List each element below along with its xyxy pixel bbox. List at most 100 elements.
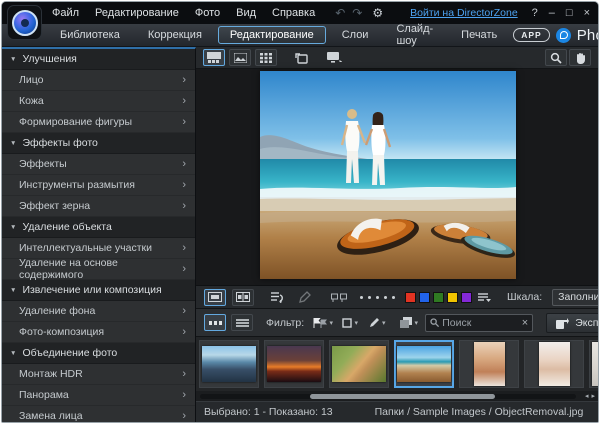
- app-badge[interactable]: APP: [513, 28, 549, 42]
- rotate-icon[interactable]: [291, 49, 313, 66]
- single-view-button[interactable]: [229, 49, 251, 66]
- menu-help[interactable]: Справка: [264, 2, 323, 24]
- swatch-green[interactable]: [433, 292, 444, 303]
- chevron-down-icon: ▾: [329, 319, 333, 327]
- search-box: ×: [425, 314, 533, 332]
- menu-edit[interactable]: Редактирование: [87, 2, 187, 24]
- sidebar-item-hdr[interactable]: Монтаж HDR›: [2, 364, 195, 385]
- label-filter-dropdown[interactable]: ▾: [339, 314, 361, 331]
- hand-tool-button[interactable]: [569, 49, 591, 66]
- filter-label: Фильтр:: [266, 317, 304, 329]
- scrollbar-track[interactable]: [200, 394, 576, 399]
- thumbnail-cat[interactable]: [329, 340, 389, 388]
- help-icon[interactable]: ?: [532, 7, 538, 19]
- swatch-yellow[interactable]: [447, 292, 458, 303]
- swatch-purple[interactable]: [461, 292, 472, 303]
- thumbnail-mountain-lake[interactable]: [199, 340, 259, 388]
- search-input[interactable]: [442, 317, 519, 329]
- sidebar-item-face-swap[interactable]: Замена лица›: [2, 406, 195, 422]
- sidebar-item-panorama[interactable]: Панорама›: [2, 385, 195, 406]
- clear-search-icon[interactable]: ×: [522, 317, 528, 329]
- sidebar-item-effects[interactable]: Эффекты›: [2, 154, 195, 175]
- thumbnail-scrollbar: ◂ ▸: [196, 391, 598, 401]
- tab-print[interactable]: Печать: [449, 26, 509, 44]
- gear-icon[interactable]: ⚙: [372, 6, 383, 20]
- sidebar-item-grain-effect[interactable]: Эффект зерна›: [2, 196, 195, 217]
- sidebar-item-content-aware-removal[interactable]: Удаление на основе содержимого›: [2, 259, 195, 280]
- chevron-right-icon: ›: [182, 243, 186, 253]
- sidebar-item-body-shaper[interactable]: Формирование фигуры›: [2, 112, 195, 133]
- photodirector-logo-icon: [556, 28, 571, 43]
- sidebar-item-background-removal[interactable]: Удаление фона›: [2, 301, 195, 322]
- menu-view[interactable]: Вид: [228, 2, 264, 24]
- section-merge-photos[interactable]: ▼ Объединение фото: [2, 343, 195, 364]
- rating-filter-dropdown[interactable]: ▾: [366, 314, 388, 331]
- edit-toolbar: Шкала: Заполнить ▼: [196, 285, 598, 309]
- brush-icon-disabled: [294, 289, 316, 306]
- collapse-triangle-icon: ▼: [10, 56, 16, 63]
- chevron-right-icon: ›: [182, 327, 186, 337]
- sidebar-item-skin[interactable]: Кожа›: [2, 91, 195, 112]
- swatch-red[interactable]: [405, 292, 416, 303]
- thumbnail-woman-portrait[interactable]: [459, 340, 519, 388]
- tab-slideshow[interactable]: Слайд-шоу: [384, 20, 445, 50]
- section-enhance[interactable]: ▼ Улучшения: [2, 49, 195, 70]
- redo-icon[interactable]: ↷: [352, 6, 362, 20]
- undo-icon[interactable]: ↶: [335, 6, 345, 20]
- menu-file[interactable]: Файл: [44, 2, 87, 24]
- tags-icon[interactable]: [328, 289, 350, 306]
- breadcrumb: Папки / Sample Images / ObjectRemoval.jp…: [375, 406, 584, 418]
- tab-adjustment[interactable]: Коррекция: [136, 26, 214, 44]
- aperture-icon: [12, 10, 38, 36]
- section-object-removal[interactable]: ▼ Удаление объекта: [2, 217, 195, 238]
- section-extract-compose[interactable]: ▼ Извлечение или композиция: [2, 280, 195, 301]
- close-icon[interactable]: ×: [584, 7, 590, 19]
- chevron-down-icon: ▾: [382, 319, 386, 327]
- view-options-menu-icon[interactable]: [478, 293, 491, 302]
- signin-directorzone-link[interactable]: Войти на DirectorZone: [410, 7, 518, 19]
- thumbnail-view-button[interactable]: [204, 314, 226, 331]
- grid-view-button[interactable]: [255, 49, 277, 66]
- thumbnail-laughing-woman[interactable]: [524, 340, 584, 388]
- filmstrip-view-button[interactable]: [203, 49, 225, 66]
- zoom-tool-button[interactable]: [545, 49, 567, 66]
- scroll-left-icon[interactable]: ◂: [585, 392, 589, 400]
- list-view-button[interactable]: [231, 314, 253, 331]
- sidebar-item-blur-tools[interactable]: Инструменты размытия›: [2, 175, 195, 196]
- scroll-right-icon[interactable]: ▸: [591, 392, 595, 400]
- stack-filter-dropdown[interactable]: ▾: [398, 314, 420, 331]
- chevron-right-icon: ›: [182, 390, 186, 400]
- export-icon: [556, 317, 570, 329]
- dual-display-icon[interactable]: [323, 49, 345, 66]
- single-compare-button[interactable]: [204, 289, 226, 306]
- chevron-right-icon: ›: [182, 369, 186, 379]
- scale-dropdown[interactable]: Заполнить ▼: [552, 289, 599, 306]
- minimize-icon[interactable]: –: [549, 7, 555, 19]
- thumbnail-partial[interactable]: [589, 340, 598, 388]
- tab-layers[interactable]: Слои: [330, 26, 381, 44]
- app-logo: [7, 5, 42, 40]
- history-icon[interactable]: [266, 289, 288, 306]
- scrollbar-thumb[interactable]: [310, 394, 495, 399]
- split-compare-button[interactable]: [232, 289, 254, 306]
- brush-size-dots[interactable]: [356, 296, 399, 299]
- sidebar-item-smart-patch[interactable]: Интеллектуальные участки›: [2, 238, 195, 259]
- tab-library[interactable]: Библиотека: [48, 26, 132, 44]
- swatch-blue[interactable]: [419, 292, 430, 303]
- export-button[interactable]: Экспорт...: [546, 313, 599, 333]
- collapse-triangle-icon: ▼: [10, 287, 16, 294]
- section-photo-effects[interactable]: ▼ Эффекты фото: [2, 133, 195, 154]
- thumbnail-sunset[interactable]: [264, 340, 324, 388]
- thumbnail-beach-couple-selected[interactable]: [394, 340, 454, 388]
- menu-photo[interactable]: Фото: [187, 2, 228, 24]
- chevron-right-icon: ›: [182, 411, 186, 421]
- sidebar-item-face[interactable]: Лицо›: [2, 70, 195, 91]
- chevron-right-icon: ›: [182, 96, 186, 106]
- tab-edit[interactable]: Редактирование: [218, 26, 326, 44]
- maximize-icon[interactable]: □: [566, 7, 573, 19]
- mask-color-swatches: [405, 292, 472, 303]
- flag-filter-dropdown[interactable]: ▾: [312, 314, 334, 331]
- photo-canvas[interactable]: [196, 69, 598, 285]
- chevron-right-icon: ›: [182, 159, 186, 169]
- sidebar-item-photo-composer[interactable]: Фото-композиция›: [2, 322, 195, 343]
